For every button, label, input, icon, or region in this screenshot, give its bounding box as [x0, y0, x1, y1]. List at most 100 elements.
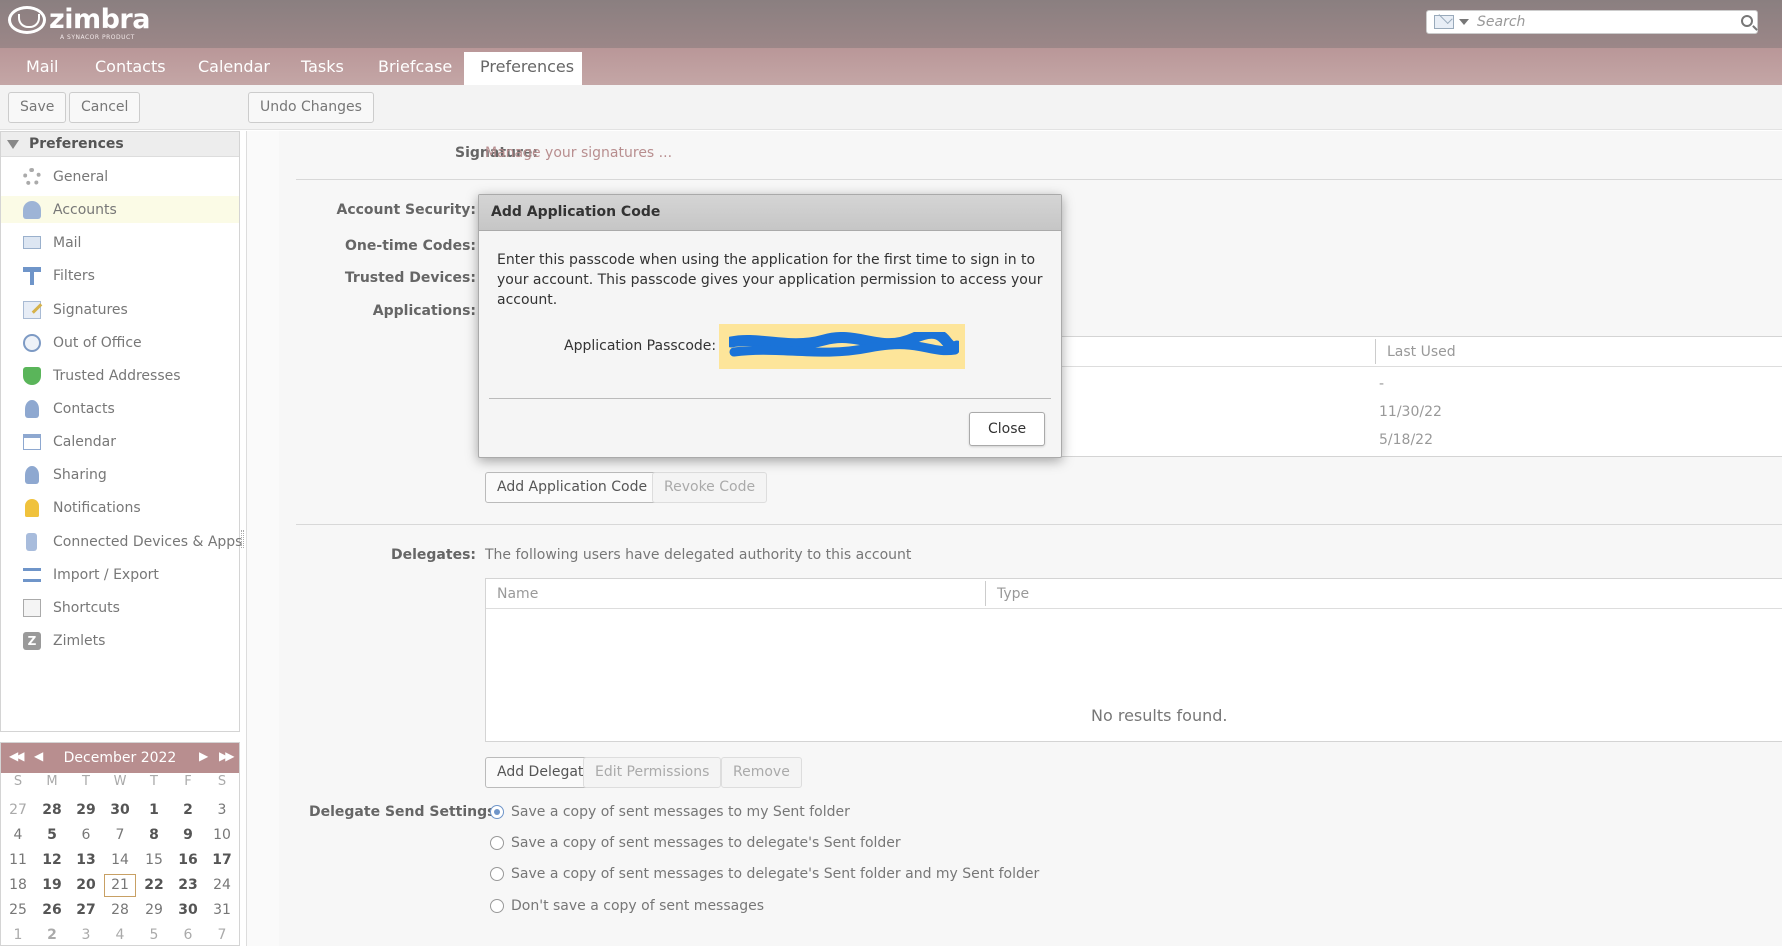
calendar-day[interactable]: 5	[137, 923, 171, 946]
envelope-icon[interactable]	[1434, 15, 1454, 29]
panel-splitter[interactable]	[241, 530, 244, 548]
sidebar-item-signatures[interactable]: Signatures	[1, 296, 239, 323]
radio-button[interactable]	[490, 805, 504, 819]
last-used-column-header[interactable]: Last Used	[1387, 344, 1456, 360]
undo-changes-button[interactable]: Undo Changes	[248, 92, 374, 123]
edit-permissions-button[interactable]: Edit Permissions	[583, 757, 722, 788]
passcode-value-redacted[interactable]	[719, 324, 965, 369]
calendar-day-today[interactable]: 21	[103, 873, 137, 898]
dialog-title[interactable]: Add Application Code	[479, 195, 1061, 231]
calendar-day[interactable]: 30	[103, 798, 137, 823]
calendar-day[interactable]: 7	[103, 823, 137, 848]
calendar-day[interactable]: 28	[35, 798, 69, 823]
calendar-day[interactable]: 9	[171, 823, 205, 848]
calendar-day[interactable]: 2	[35, 923, 69, 946]
column-separator[interactable]	[1375, 339, 1376, 364]
prev-year-icon[interactable]: ◀◀	[9, 749, 25, 763]
sidebar-item-sharing[interactable]: Sharing	[1, 461, 239, 488]
calendar-day[interactable]: 29	[69, 798, 103, 823]
calendar-day[interactable]: 17	[205, 848, 239, 873]
sidebar-item-calendar[interactable]: Calendar	[1, 428, 239, 455]
column-separator[interactable]	[985, 581, 986, 606]
revoke-code-button[interactable]: Revoke Code	[652, 472, 768, 503]
name-column-header[interactable]: Name	[497, 586, 538, 602]
radio-button[interactable]	[490, 899, 504, 913]
calendar-day[interactable]: 26	[35, 898, 69, 923]
calendar-day[interactable]: 1	[1, 923, 35, 946]
tree-header[interactable]: Preferences	[1, 132, 239, 157]
tab-tasks[interactable]: Tasks	[285, 52, 360, 85]
collapse-triangle-icon[interactable]	[7, 139, 19, 149]
calendar-day[interactable]: 8	[137, 823, 171, 848]
type-column-header[interactable]: Type	[997, 586, 1029, 602]
calendar-day[interactable]: 29	[137, 898, 171, 923]
radio-button[interactable]	[490, 867, 504, 881]
sidebar-item-notifications[interactable]: Notifications	[1, 494, 239, 521]
search-icon[interactable]	[1741, 15, 1753, 27]
calendar-day[interactable]: 20	[69, 873, 103, 898]
sidebar-item-mail[interactable]: Mail	[1, 229, 239, 256]
calendar-day[interactable]: 27	[1, 798, 35, 823]
calendar-day[interactable]: 15	[137, 848, 171, 873]
manage-signatures-link[interactable]: Manage your signatures ...	[485, 145, 672, 161]
save-button[interactable]: Save	[8, 92, 67, 123]
calendar-day[interactable]: 19	[35, 873, 69, 898]
calendar-day[interactable]: 6	[69, 823, 103, 848]
send-option-delegate-sent[interactable]: Save a copy of sent messages to delegate…	[490, 835, 901, 851]
remove-delegate-button[interactable]: Remove	[721, 757, 802, 788]
close-button[interactable]: Close	[969, 412, 1046, 446]
calendar-day[interactable]: 3	[205, 798, 239, 823]
tab-calendar[interactable]: Calendar	[182, 52, 286, 85]
calendar-day[interactable]: 2	[171, 798, 205, 823]
calendar-day[interactable]: 14	[103, 848, 137, 873]
sidebar-item-accounts[interactable]: Accounts	[1, 196, 239, 223]
last-used-cell[interactable]: 5/18/22	[1379, 432, 1433, 448]
calendar-day[interactable]: 25	[1, 898, 35, 923]
send-option-both-sent[interactable]: Save a copy of sent messages to delegate…	[490, 866, 1039, 882]
search-input[interactable]	[1477, 14, 1737, 30]
sidebar-item-out-of-office[interactable]: Out of Office	[1, 329, 239, 356]
send-option-my-sent[interactable]: Save a copy of sent messages to my Sent …	[490, 804, 850, 820]
radio-button[interactable]	[490, 836, 504, 850]
tab-contacts[interactable]: Contacts	[79, 52, 182, 85]
send-option-dont-save[interactable]: Don't save a copy of sent messages	[490, 898, 764, 914]
sidebar-item-shortcuts[interactable]: Shortcuts	[1, 594, 239, 621]
sidebar-item-trusted-addresses[interactable]: Trusted Addresses	[1, 362, 239, 389]
chevron-down-icon[interactable]	[1459, 19, 1469, 25]
tab-preferences[interactable]: Preferences	[464, 52, 582, 85]
calendar-day[interactable]: 4	[103, 923, 137, 946]
calendar-day[interactable]: 12	[35, 848, 69, 873]
calendar-day[interactable]: 31	[205, 898, 239, 923]
sidebar-item-connected-devices[interactable]: Connected Devices & Apps	[1, 528, 242, 555]
calendar-day[interactable]: 18	[1, 873, 35, 898]
prev-month-icon[interactable]: ◀	[34, 749, 43, 763]
calendar-day[interactable]: 16	[171, 848, 205, 873]
calendar-day[interactable]: 28	[103, 898, 137, 923]
sidebar-item-import-export[interactable]: Import / Export	[1, 561, 239, 588]
sidebar-item-contacts[interactable]: Contacts	[1, 395, 239, 422]
tab-mail[interactable]: Mail	[10, 52, 75, 85]
calendar-day[interactable]: 27	[69, 898, 103, 923]
calendar-day[interactable]: 10	[205, 823, 239, 848]
calendar-day[interactable]: 7	[205, 923, 239, 946]
tab-briefcase[interactable]: Briefcase	[362, 52, 468, 85]
sidebar-item-filters[interactable]: Filters	[1, 262, 239, 289]
last-used-cell[interactable]: 11/30/22	[1379, 404, 1442, 420]
calendar-day[interactable]: 13	[69, 848, 103, 873]
calendar-day[interactable]: 4	[1, 823, 35, 848]
calendar-day[interactable]: 1	[137, 798, 171, 823]
search-box[interactable]	[1426, 10, 1758, 34]
calendar-day[interactable]: 11	[1, 848, 35, 873]
last-used-cell[interactable]: -	[1379, 376, 1384, 392]
zimbra-logo[interactable]: zimbra A SYNACOR PRODUCT	[8, 6, 150, 41]
add-application-code-button[interactable]: Add Application Code	[485, 472, 660, 503]
calendar-day[interactable]: 5	[35, 823, 69, 848]
cancel-button[interactable]: Cancel	[69, 92, 141, 123]
next-month-icon[interactable]: ▶	[199, 749, 208, 763]
calendar-day[interactable]: 24	[205, 873, 239, 898]
calendar-day[interactable]: 30	[171, 898, 205, 923]
calendar-day[interactable]: 22	[137, 873, 171, 898]
calendar-day[interactable]: 3	[69, 923, 103, 946]
sidebar-item-zimlets[interactable]: Z Zimlets	[1, 627, 239, 654]
calendar-day[interactable]: 23	[171, 873, 205, 898]
